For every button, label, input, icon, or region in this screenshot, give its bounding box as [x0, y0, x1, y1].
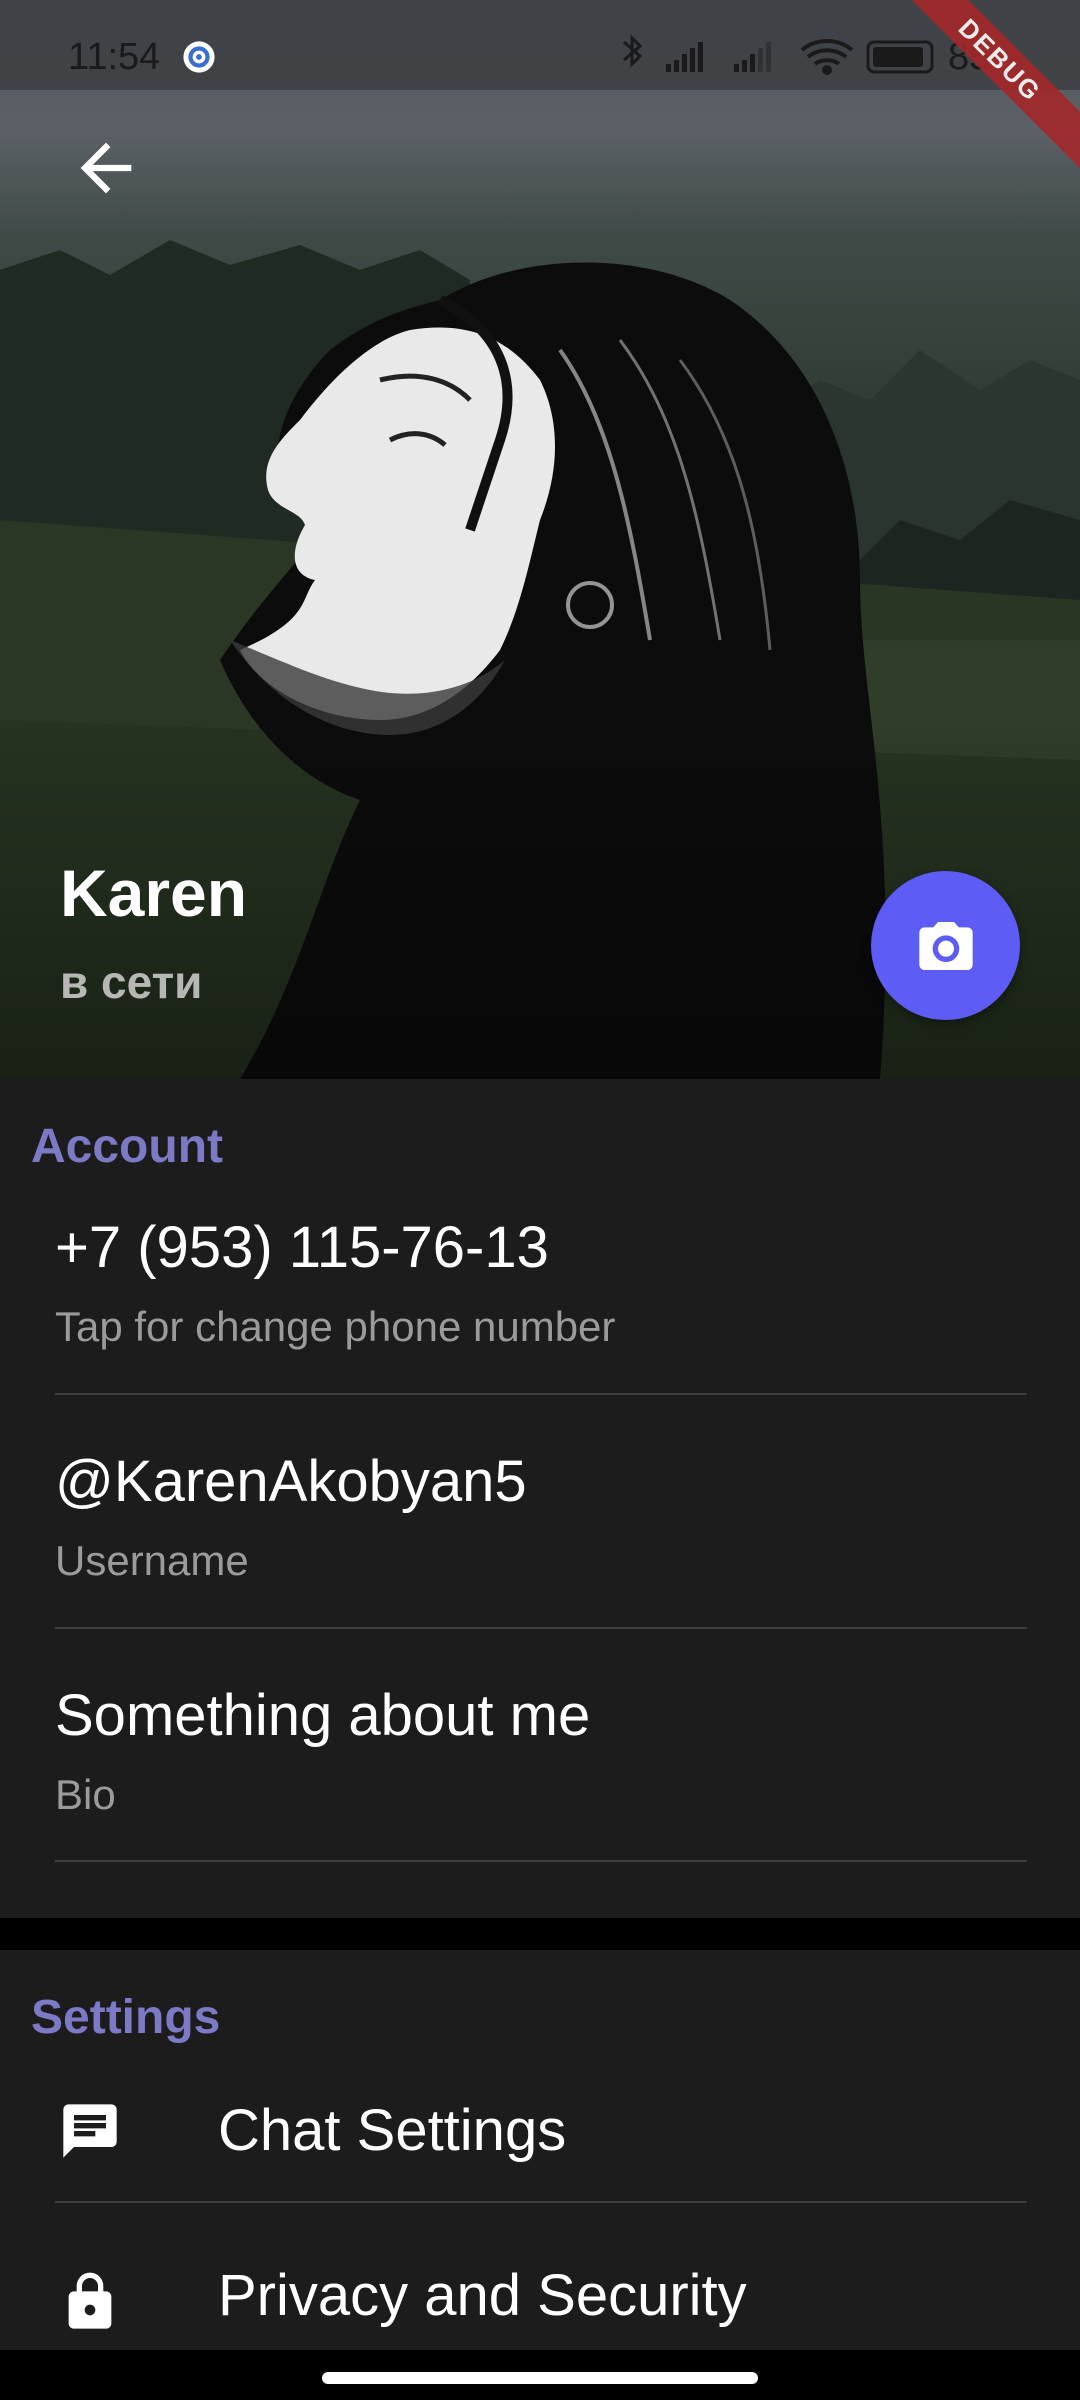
bluetooth-icon [623, 34, 643, 68]
username-caption: Username [55, 1537, 249, 1584]
phone-number: +7 (953) 115-76-13 [55, 1215, 549, 1280]
wifi-icon [800, 39, 854, 75]
status-icons [623, 34, 934, 75]
divider [55, 1393, 1027, 1395]
lock-icon [58, 2270, 122, 2334]
battery-icon [866, 40, 934, 74]
status-bar: 11:54 [0, 0, 1080, 90]
bio: Something about me [55, 1683, 591, 1748]
bio-item[interactable]: Something about me Bio [55, 1682, 1027, 1819]
settings-section: Settings Chat Settings Privacy and Secur… [0, 1950, 1080, 2350]
camera-icon [918, 921, 973, 970]
cell-signal-icon [666, 42, 703, 72]
divider [55, 1627, 1027, 1629]
profile-header: 11:54 DEBUG Karen в сети [0, 0, 1080, 1079]
cell-signal-icon [734, 42, 771, 72]
change-photo-button[interactable] [871, 871, 1020, 1020]
bio-caption: Bio [55, 1771, 116, 1818]
settings-section-title: Settings [31, 1991, 221, 2044]
profile-status: в сети [60, 956, 203, 1008]
settings-gear-icon [183, 41, 215, 73]
account-section: Account +7 (953) 115-76-13 Tap for chang… [0, 1079, 1080, 1918]
chat-icon [58, 2099, 122, 2163]
home-indicator[interactable] [322, 2372, 758, 2384]
status-time: 11:54 [68, 36, 161, 78]
username: @KarenAkobyan5 [55, 1449, 527, 1514]
back-button[interactable] [56, 118, 156, 218]
settings-item-label: Privacy and Security [218, 2263, 747, 2328]
divider [55, 1860, 1027, 1862]
phone-number-caption: Tap for change phone number [55, 1303, 616, 1350]
account-section-title: Account [31, 1120, 223, 1173]
username-item[interactable]: @KarenAkobyan5 Username [55, 1448, 1027, 1585]
settings-item-label: Chat Settings [218, 2098, 567, 2163]
phone-number-item[interactable]: +7 (953) 115-76-13 Tap for change phone … [55, 1214, 1027, 1351]
profile-name: Karen [60, 856, 248, 930]
arrow-left-icon [80, 142, 132, 194]
divider [55, 2201, 1027, 2203]
settings-item-chat[interactable]: Chat Settings [0, 2055, 1080, 2205]
